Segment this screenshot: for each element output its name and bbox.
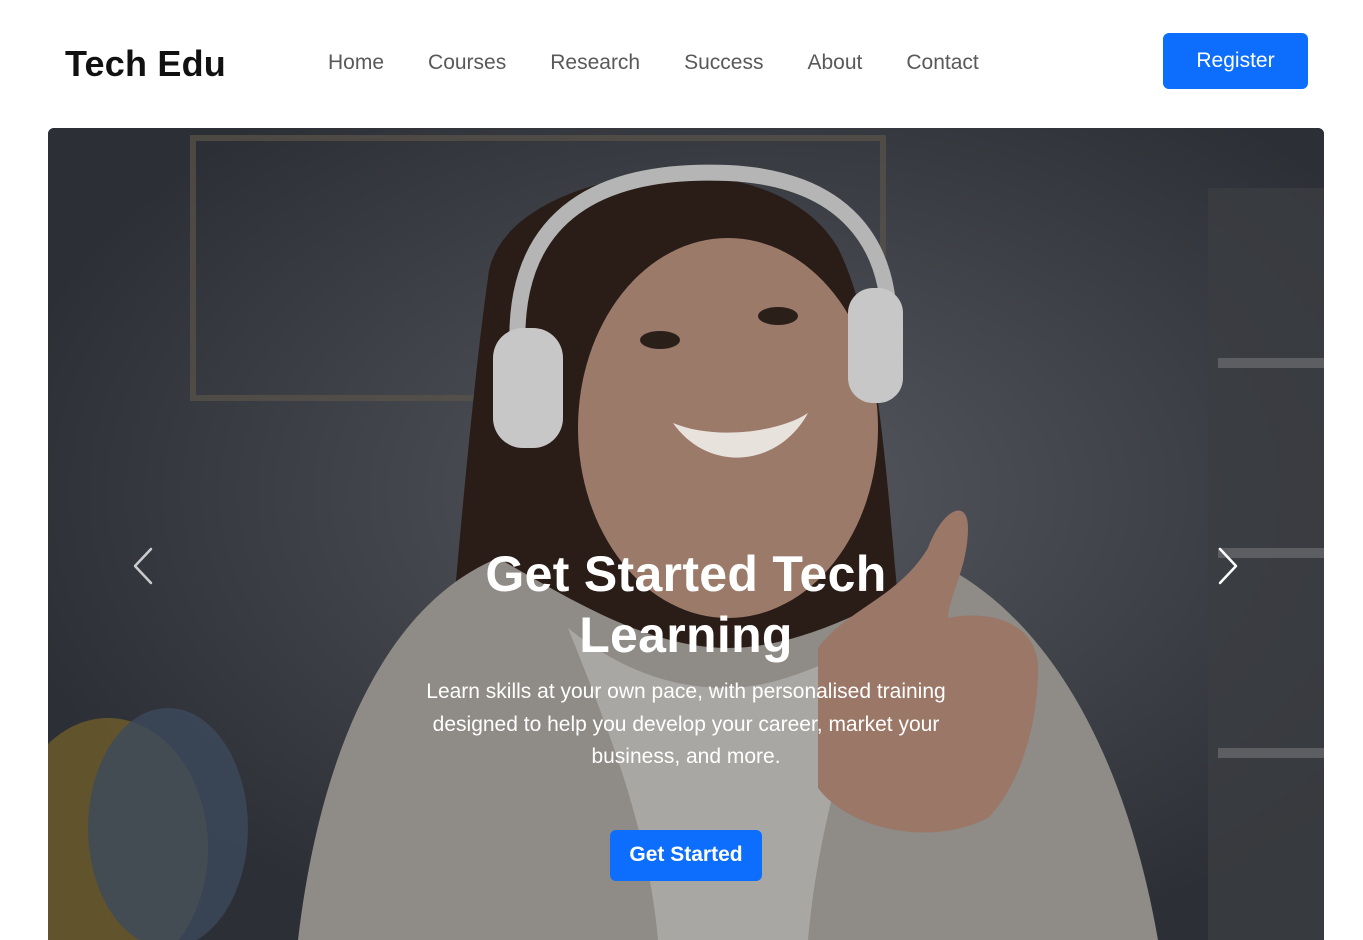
nav-link-success[interactable]: Success xyxy=(662,44,785,82)
hero-carousel: Get Started Tech Learning Learn skills a… xyxy=(48,128,1324,940)
carousel-next-button[interactable] xyxy=(1198,536,1258,596)
nav-link-courses[interactable]: Courses xyxy=(406,44,528,82)
chevron-left-icon xyxy=(133,547,153,585)
hero-caption: Get Started Tech Learning Learn skills a… xyxy=(386,544,986,881)
register-button[interactable]: Register xyxy=(1163,33,1308,89)
nav-link-contact[interactable]: Contact xyxy=(884,44,1000,82)
get-started-button[interactable]: Get Started xyxy=(610,829,762,881)
chevron-right-icon xyxy=(1218,547,1238,585)
nav-link-home[interactable]: Home xyxy=(306,44,406,82)
hero-title: Get Started Tech Learning xyxy=(485,546,887,663)
brand-logo[interactable]: Tech Edu xyxy=(65,40,226,88)
nav-link-research[interactable]: Research xyxy=(528,44,662,82)
hero-description: Learn skills at your own pace, with pers… xyxy=(426,680,946,768)
nav-link-about[interactable]: About xyxy=(786,44,885,82)
main-nav: Home Courses Research Success About Cont… xyxy=(306,44,1001,82)
carousel-prev-button[interactable] xyxy=(113,536,173,596)
site-header: Tech Edu Home Courses Research Success A… xyxy=(0,0,1363,128)
